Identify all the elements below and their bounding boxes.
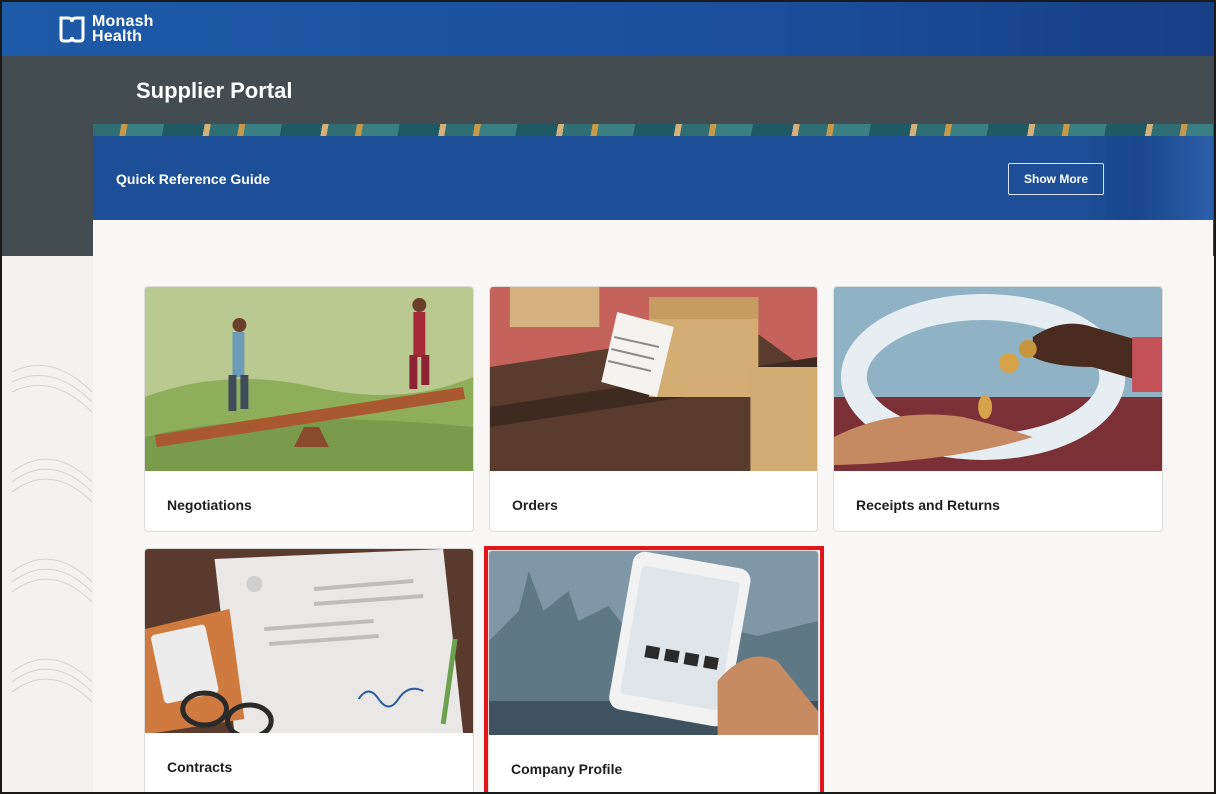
quick-reference-title: Quick Reference Guide xyxy=(116,171,271,187)
card-orders[interactable]: Orders xyxy=(489,286,818,532)
monash-health-logo[interactable]: Monash Health xyxy=(58,13,154,45)
quick-reference-banner: Quick Reference Guide Show More xyxy=(93,136,1213,220)
card-receipts-and-returns[interactable]: Receipts and Returns xyxy=(833,286,1163,532)
negotiations-illustration xyxy=(145,287,473,471)
orders-illustration xyxy=(490,287,817,471)
card-contracts[interactable]: Contracts xyxy=(144,548,474,792)
card-negotiations[interactable]: Negotiations xyxy=(144,286,474,532)
logo-text: Monash Health xyxy=(92,13,154,45)
card-company-profile[interactable]: Company Profile xyxy=(488,550,819,792)
card-label: Receipts and Returns xyxy=(856,497,1000,513)
decorative-pattern xyxy=(12,364,92,703)
card-label: Negotiations xyxy=(167,497,252,513)
brand-bar: Monash Health xyxy=(2,2,1214,56)
card-label: Orders xyxy=(512,497,558,513)
card-label: Company Profile xyxy=(511,761,623,777)
logo-line-1: Monash xyxy=(92,13,154,30)
app-window: Monash Health Supplier Portal Quick Refe… xyxy=(0,0,1216,794)
receipts-returns-illustration xyxy=(834,287,1162,471)
contracts-illustration xyxy=(145,549,473,733)
company-profile-illustration xyxy=(489,551,818,735)
card-label: Contracts xyxy=(167,759,233,775)
show-more-button[interactable]: Show More xyxy=(1008,163,1104,195)
page-title: Supplier Portal xyxy=(136,78,293,103)
logo-line-2: Health xyxy=(92,28,143,45)
monash-logo-icon xyxy=(59,16,85,43)
